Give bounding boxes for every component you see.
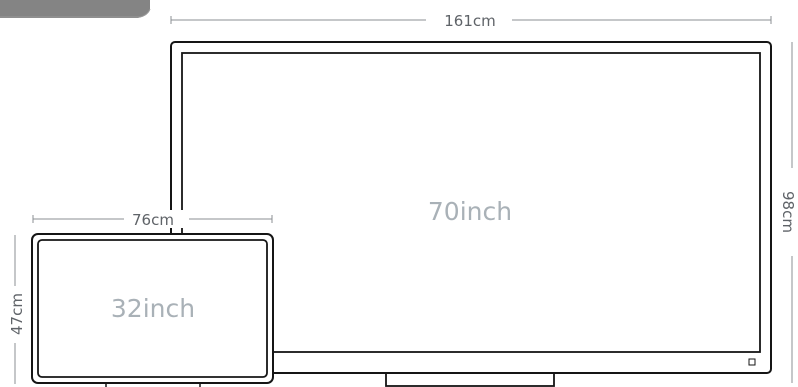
large-tv-size-label: 70inch <box>428 197 512 226</box>
small-tv-size-label: 32inch <box>111 294 195 323</box>
large-tv-stand <box>385 371 555 387</box>
fabric-swatch-shape <box>0 0 150 18</box>
small-tv-height-dimension: 47cm <box>8 235 26 384</box>
small-tv-height-label: 47cm <box>8 293 26 335</box>
fabric-swatch <box>0 0 151 18</box>
large-tv-width-label: 161cm <box>444 12 496 30</box>
large-tv-height-label: 98cm <box>779 191 797 233</box>
tv-size-comparison: 161cm 98cm 70inch 76cm 47cm 32inch <box>0 0 798 387</box>
small-tv-width-label: 76cm <box>132 211 174 229</box>
large-tv-height-dimension: 98cm <box>779 42 797 383</box>
small-tv: 32inch <box>31 233 274 387</box>
tv-size-comparison-diagram: 161cm 98cm 70inch 76cm 47cm 32inch <box>0 0 797 387</box>
power-indicator-icon <box>748 358 756 366</box>
large-tv-width-dimension: 161cm <box>170 12 772 30</box>
